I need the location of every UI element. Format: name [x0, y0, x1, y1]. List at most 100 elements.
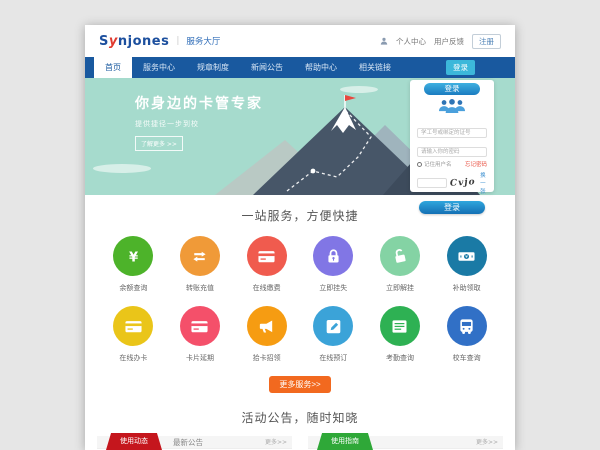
service-circle	[313, 306, 353, 346]
service-circle	[247, 306, 287, 346]
service-label: 拾卡招领	[233, 353, 300, 363]
service-label: 立即挂失	[300, 283, 367, 293]
portal-name: 服务大厅	[186, 35, 220, 47]
announcement-panel-left: 使用动态 最新公告 更多>>	[97, 436, 292, 449]
service-item[interactable]: 转账充值	[167, 236, 234, 293]
service-label: 在线办卡	[100, 353, 167, 363]
service-circle	[180, 236, 220, 276]
users-group-icon	[437, 98, 467, 115]
lock-icon	[323, 246, 344, 267]
tab-usage-guide[interactable]: 使用指南	[317, 433, 373, 450]
tab-usage-news[interactable]: 使用动态	[106, 433, 162, 450]
banner-subtitle: 提供捷径一步到校	[135, 119, 263, 129]
service-label: 转账充值	[167, 283, 234, 293]
service-circle	[180, 306, 220, 346]
cloud-shape	[93, 164, 151, 173]
svg-text:¥: ¥	[129, 250, 138, 265]
service-label: 卡片延期	[167, 353, 234, 363]
card-icon	[189, 316, 210, 337]
service-label: 考勤查询	[367, 353, 434, 363]
service-label: 校车查询	[433, 353, 500, 363]
service-item[interactable]: ¥ 余额查询	[100, 236, 167, 293]
captcha-input[interactable]	[417, 178, 447, 188]
banner-title: 你身边的卡管专家	[135, 93, 263, 113]
card-icon	[256, 246, 277, 267]
unlock-icon	[389, 246, 410, 267]
topbar: Synjones | 服务大厅 个人中心 用户反馈 注册	[85, 25, 515, 57]
logo: Synjones	[99, 34, 169, 49]
nav-item-1[interactable]: 首页	[94, 57, 132, 78]
remember-checkbox[interactable]: 记住用户名	[417, 160, 452, 168]
person-icon	[380, 37, 388, 45]
service-item[interactable]: 在线预订	[300, 306, 367, 363]
service-circle	[447, 306, 487, 346]
login-panel: 登录 记住用户名 忘记密码 Cvjo 换一张 登录	[410, 80, 494, 192]
login-submit-button[interactable]: 登录	[419, 201, 485, 214]
service-item[interactable]: 立即解挂	[367, 236, 434, 293]
service-item[interactable]: 校车查询	[433, 306, 500, 363]
megaphone-icon	[256, 316, 277, 337]
register-button[interactable]: 注册	[472, 34, 501, 49]
announcements-section: 活动公告，随时知晓 使用动态 最新公告 更多>> 使用指南 更多>>	[85, 409, 515, 449]
list-icon	[389, 316, 410, 337]
page: Synjones | 服务大厅 个人中心 用户反馈 注册 首页服务中心规章制度新…	[85, 25, 515, 450]
service-item[interactable]: 在线缴费	[233, 236, 300, 293]
services-grid: ¥ 余额查询转账充值在线缴费立即挂失立即解挂 ¥ 补助领取在线办卡卡片延期拾卡招领在线…	[100, 236, 500, 363]
service-item[interactable]: 考勤查询	[367, 306, 434, 363]
service-circle: ¥	[113, 236, 153, 276]
nav-item-6[interactable]: 相关链接	[348, 57, 402, 78]
more-link-right[interactable]: 更多>>	[476, 436, 498, 449]
cloud-shape	[340, 86, 378, 93]
logo-part: S	[99, 34, 109, 49]
service-circle	[380, 236, 420, 276]
service-circle	[247, 236, 287, 276]
announcements-heading: 活动公告，随时知晓	[85, 409, 515, 426]
announcement-panel-right: 使用指南 更多>>	[308, 436, 503, 449]
forgot-password-link[interactable]: 忘记密码	[465, 160, 487, 168]
tab-latest-announcements[interactable]: 最新公告	[173, 436, 203, 449]
service-label: 在线预订	[300, 353, 367, 363]
service-circle	[113, 306, 153, 346]
card-icon	[123, 316, 144, 337]
logo-part: njones	[118, 34, 169, 49]
transfer-icon	[189, 246, 210, 267]
main-nav: 首页服务中心规章制度新闻公告帮助中心相关链接 登录	[85, 57, 515, 78]
nav-item-5[interactable]: 帮助中心	[294, 57, 348, 78]
services-section: 一站服务，方便快捷 ¥余额查询转账充值在线缴费立即挂失立即解挂¥补助领取在线办卡…	[85, 195, 515, 393]
hero-banner: 你身边的卡管专家 提供捷径一步到校 了解更多 >> 登录 记住用户名 忘记密码 …	[85, 78, 515, 195]
service-label: 补助领取	[433, 283, 500, 293]
service-label: 立即解挂	[367, 283, 434, 293]
divider: |	[176, 36, 179, 46]
service-item[interactable]: 立即挂失	[300, 236, 367, 293]
captcha-image[interactable]: Cvjo	[450, 177, 476, 189]
edit-icon	[323, 316, 344, 337]
service-item[interactable]: 拾卡招领	[233, 306, 300, 363]
more-link-left[interactable]: 更多>>	[265, 436, 287, 449]
feedback-link[interactable]: 用户反馈	[434, 36, 464, 47]
personal-center-link[interactable]: 个人中心	[396, 36, 426, 47]
service-item[interactable]: ¥ 补助领取	[433, 236, 500, 293]
more-services-button[interactable]: 更多服务>>	[269, 376, 330, 393]
bus-icon	[456, 316, 477, 337]
service-item[interactable]: 卡片延期	[167, 306, 234, 363]
captcha-refresh-link[interactable]: 换一张	[479, 171, 487, 195]
logo-part: y	[109, 34, 118, 49]
service-label: 余额查询	[100, 283, 167, 293]
password-input[interactable]	[417, 147, 487, 157]
nav-login-button[interactable]: 登录	[446, 60, 475, 75]
login-tab[interactable]: 登录	[424, 83, 480, 95]
service-circle: ¥	[447, 236, 487, 276]
nav-item-4[interactable]: 新闻公告	[240, 57, 294, 78]
nav-item-3[interactable]: 规章制度	[186, 57, 240, 78]
banner-cta-button[interactable]: 了解更多 >>	[135, 136, 183, 151]
service-circle	[313, 236, 353, 276]
service-circle	[380, 306, 420, 346]
service-item[interactable]: 在线办卡	[100, 306, 167, 363]
username-input[interactable]	[417, 128, 487, 138]
banknote-icon: ¥	[456, 246, 477, 267]
service-label: 在线缴费	[233, 283, 300, 293]
nav-item-2[interactable]: 服务中心	[132, 57, 186, 78]
svg-text:¥: ¥	[465, 254, 468, 260]
remember-label: 记住用户名	[424, 160, 452, 168]
yen-icon: ¥	[123, 246, 144, 267]
